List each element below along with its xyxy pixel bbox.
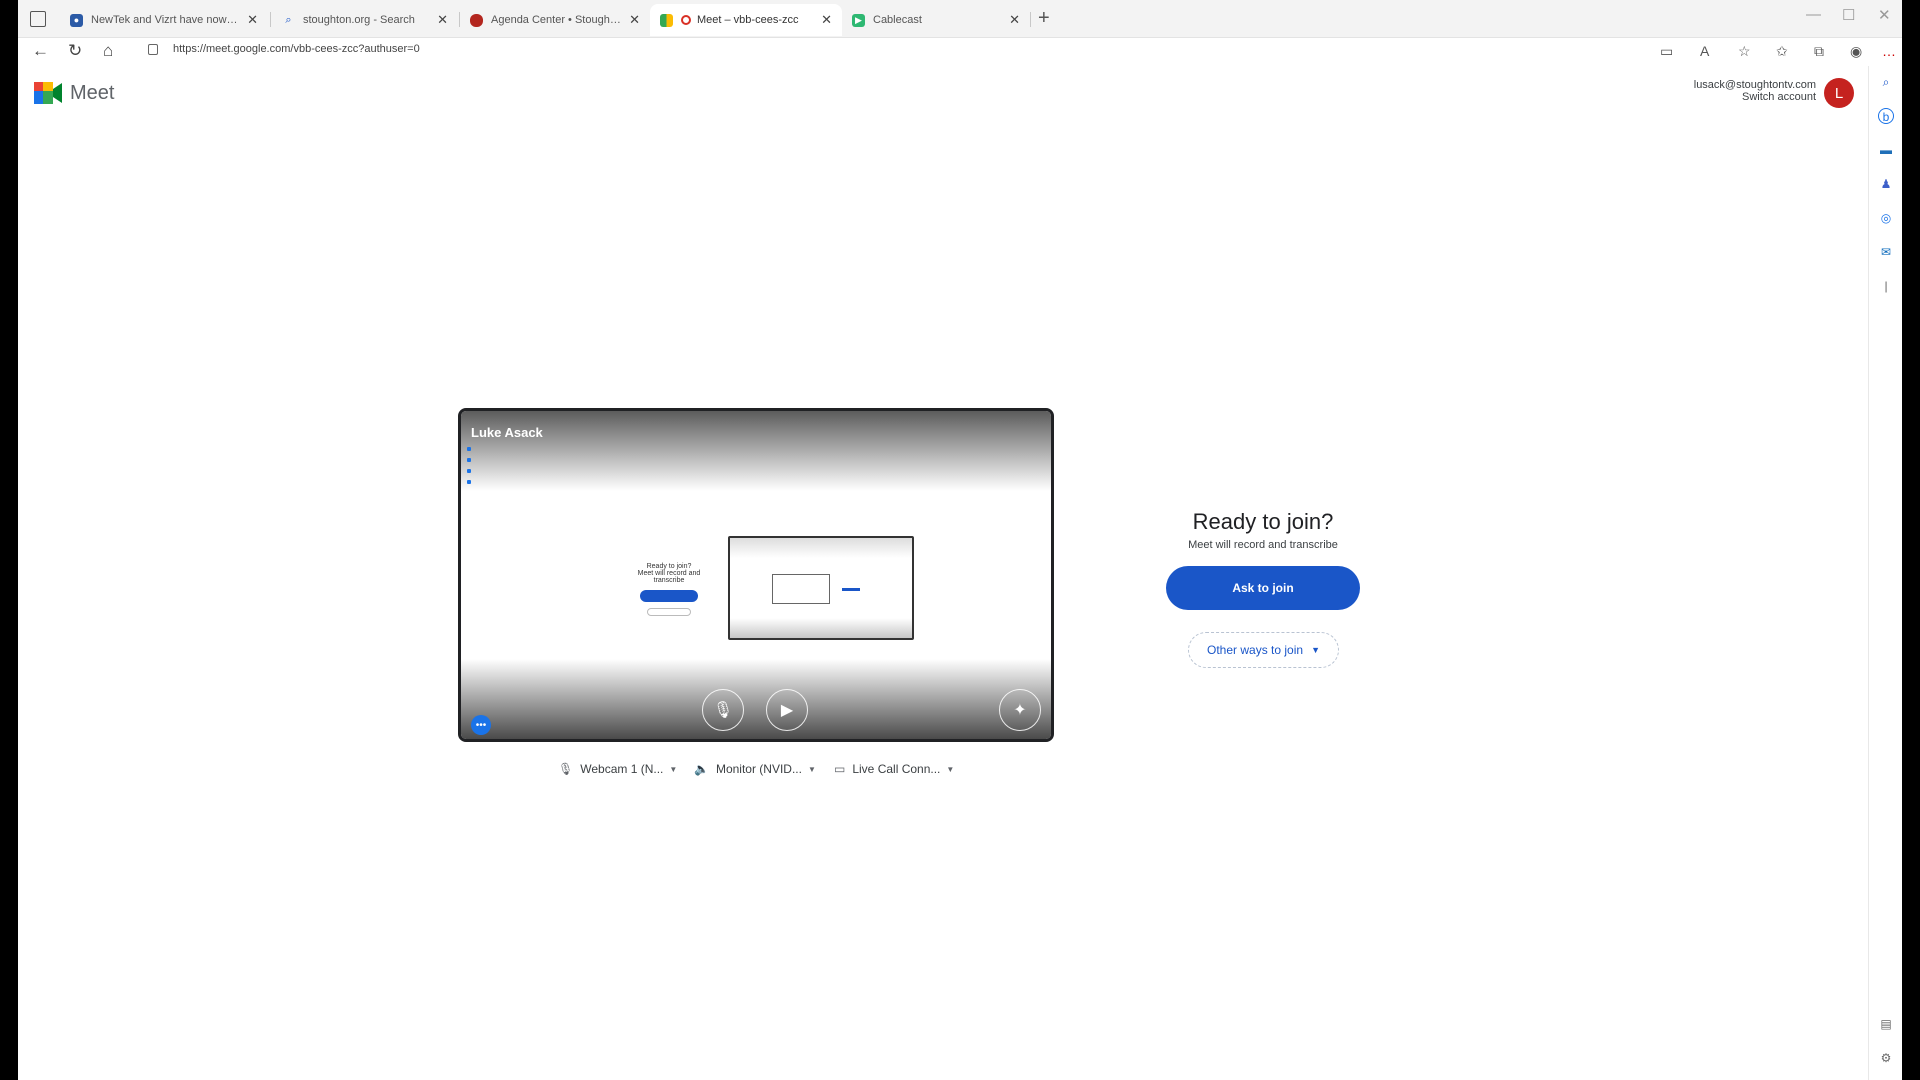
tab-agenda-center[interactable]: Agenda Center • Stoughton, MA ✕ [460,4,650,36]
meet-title: Meet [70,82,115,104]
account-email: lusack@stoughtontv.com [1693,79,1816,91]
meet-logo-icon [34,82,62,104]
recording-notice: Meet will record and transcribe [1188,539,1338,551]
participant-name: Luke Asack [471,425,543,440]
tab-meet[interactable]: Meet – vbb-cees-zcc ✕ [650,4,842,36]
microphone-select[interactable]: 🎙 Webcam 1 (N... ▼ [558,762,677,776]
back-icon[interactable]: ← [32,40,49,62]
preview-nested-button [842,588,860,591]
minimize-icon[interactable]: — [1806,6,1821,23]
self-view-preview: Luke Asack Ready to join? Meet will reco… [458,408,1054,742]
bing-chat-icon[interactable]: b [1878,108,1894,124]
preview-top-shade [461,411,1051,491]
ask-to-join-button[interactable]: Ask to join [1166,566,1360,610]
add-sidebar-app-icon[interactable]: | [1878,278,1894,294]
recording-icon [681,15,691,25]
chevron-down-icon: ▼ [1311,645,1320,655]
preview-nested-screen [728,536,914,640]
newtek-favicon-icon: ● [70,13,83,27]
preview-nested-tile [772,574,830,604]
search-icon[interactable]: ⌕ [1878,74,1894,90]
switch-account-link[interactable]: Switch account [1694,91,1816,103]
speaker-select[interactable]: 🔈 Monitor (NVID... ▼ [694,762,816,776]
browser-window: ● NewTek and Vizrt have now join ✕ ⌕ sto… [18,0,1902,1080]
close-window-icon[interactable]: ✕ [1878,6,1891,24]
shopping-icon[interactable]: ▬ [1878,142,1894,158]
preview-mini-button [640,590,698,602]
preview-sidebar [467,447,471,507]
close-icon[interactable]: ✕ [1009,12,1020,28]
more-menu-icon[interactable]: … [1882,41,1896,61]
tab-actions-icon[interactable] [30,11,46,27]
microphone-icon: 🎙 [712,702,734,719]
favorites-icon[interactable]: ✩ [1776,41,1788,61]
new-tab-button[interactable]: + [1038,7,1050,29]
close-icon[interactable]: ✕ [437,12,448,28]
account-info: lusack@stoughtontv.com Switch account [1694,79,1816,103]
search-icon: ⌕ [285,13,292,26]
tab-cablecast[interactable]: ▶ Cablecast ✕ [842,4,1030,36]
sidebar-layout-icon[interactable]: ▤ [1878,1016,1894,1032]
close-icon[interactable]: ✕ [247,12,258,28]
close-icon[interactable]: ✕ [821,12,832,28]
add-favorite-icon[interactable]: ☆ [1738,41,1751,61]
tab-strip: ● NewTek and Vizrt have now join ✕ ⌕ sto… [18,0,1902,38]
maximize-icon[interactable]: ☐ [1842,6,1855,24]
preview-mini-button-secondary [647,608,691,616]
settings-gear-icon[interactable]: ⚙ [1878,1050,1894,1066]
agenda-favicon-icon [470,13,483,27]
visual-effects-button[interactable]: ✦ [999,689,1041,731]
avatar[interactable]: L [1824,78,1854,108]
microphone-toggle-button[interactable]: 🎙 [702,689,744,731]
read-aloud-icon[interactable]: A [1700,41,1709,61]
camera-icon: ▭ [834,762,846,776]
preview-bottom-shade [461,659,1051,739]
refresh-icon[interactable]: ↻ [68,40,82,62]
camera-in-use-icon[interactable]: ▭ [1660,41,1673,61]
other-ways-to-join-button[interactable]: Other ways to join ▼ [1188,632,1339,668]
tab-newtek[interactable]: ● NewTek and Vizrt have now join ✕ [60,4,268,36]
office-icon[interactable]: ◎ [1878,210,1894,226]
tools-icon[interactable]: ♟ [1878,176,1894,192]
dropdown-arrow-icon: ▼ [669,764,678,774]
camera-toggle-button[interactable]: ▶ [766,689,808,731]
edge-sidebar: ⌕ b ▬ ♟ ◎ ✉ | ▤ ⚙ [1868,66,1902,1080]
dropdown-arrow-icon: ▼ [807,764,816,774]
tab-divider [1030,12,1031,27]
address-toolbar: ← ↻ ⌂ https://meet.google.com/vbb-cees-z… [18,38,1902,66]
tab-search[interactable]: ⌕ stoughton.org - Search ✕ [272,4,458,36]
home-icon[interactable]: ⌂ [103,40,113,62]
speaker-icon: 🔈 [694,762,709,776]
lock-icon [148,44,158,55]
collections-icon[interactable]: ⧉ [1814,41,1824,61]
ready-title: Ready to join? [1192,509,1334,534]
camera-select[interactable]: ▭ Live Call Conn... ▼ [834,762,954,776]
outlook-icon[interactable]: ✉ [1878,244,1894,260]
close-icon[interactable]: ✕ [629,12,640,28]
address-bar[interactable]: https://meet.google.com/vbb-cees-zcc?aut… [173,43,420,55]
more-options-icon[interactable]: ••• [471,715,491,735]
cablecast-favicon-icon: ▶ [852,13,865,27]
profile-icon[interactable]: ◉ [1850,41,1862,61]
microphone-icon: 🎙 [558,762,574,776]
preview-mini-join: Ready to join? Meet will record and tran… [637,563,701,616]
meet-favicon-icon [660,13,673,27]
tab-divider [270,12,271,27]
effects-icon: ✦ [1013,702,1027,719]
dropdown-arrow-icon: ▼ [946,764,955,774]
camera-icon: ▶ [780,702,794,719]
